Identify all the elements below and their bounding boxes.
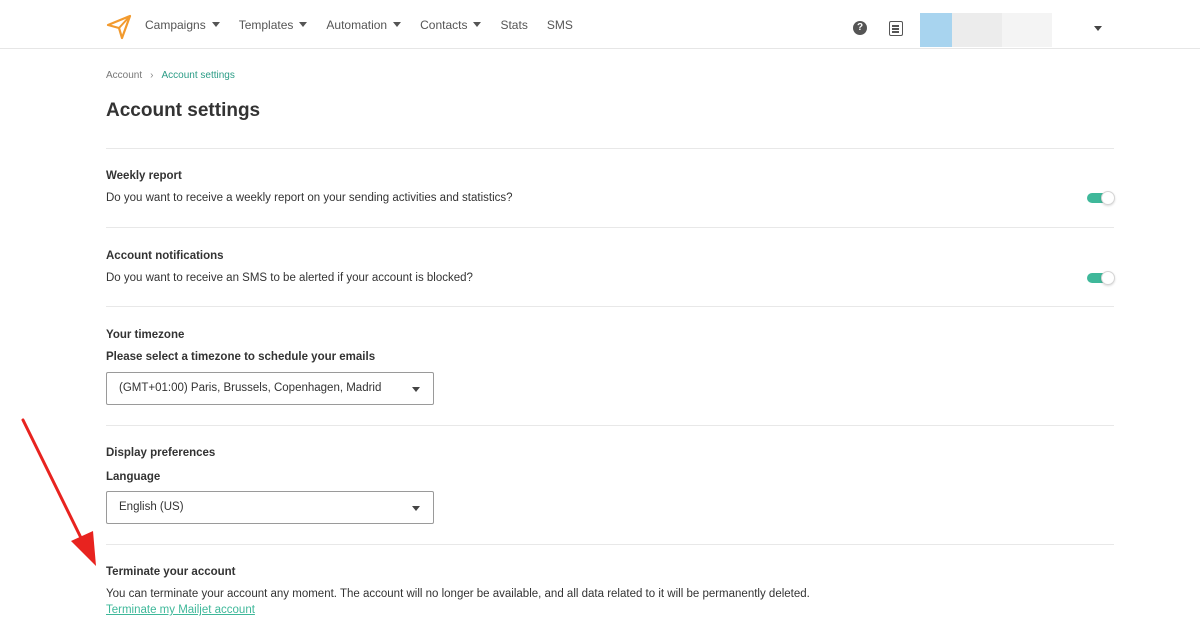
breadcrumb-current: Account settings — [161, 70, 235, 81]
chevron-down-icon — [412, 387, 420, 392]
weekly-report-title: Weekly report — [106, 170, 182, 182]
nav-campaigns-label: Campaigns — [145, 17, 206, 32]
breadcrumb-account[interactable]: Account — [106, 70, 142, 81]
nav-automation[interactable]: Automation — [326, 17, 402, 32]
nav-templates-label: Templates — [238, 17, 294, 32]
terminate-account-link[interactable]: Terminate my Mailjet account — [106, 604, 255, 616]
sms-alert-toggle[interactable] — [1087, 271, 1115, 285]
display-preferences-title: Display preferences — [106, 447, 216, 459]
toggle-knob — [1101, 191, 1115, 205]
language-selected-value: English (US) — [119, 501, 184, 513]
terminate-description: You can terminate your account any momen… — [106, 588, 810, 600]
annotation-arrow-icon — [21, 418, 96, 566]
language-select[interactable]: English (US) — [106, 491, 434, 524]
page-title: Account settings — [106, 100, 261, 121]
language-label: Language — [106, 471, 161, 483]
chevron-down-icon — [393, 22, 402, 27]
chevron-down-icon — [473, 22, 482, 27]
timezone-select[interactable]: (GMT+01:00) Paris, Brussels, Copenhagen,… — [106, 372, 434, 405]
chevron-down-icon — [412, 506, 420, 511]
account-name-redacted — [952, 13, 1002, 47]
nav-sms[interactable]: SMS — [547, 18, 573, 32]
nav-campaigns[interactable]: Campaigns — [145, 18, 220, 32]
timezone-title: Your timezone — [106, 329, 185, 341]
divider — [106, 148, 1114, 149]
breadcrumb-separator: › — [150, 70, 154, 81]
chevron-down-icon — [299, 22, 308, 27]
notifications-title: Account notifications — [106, 250, 224, 262]
top-navigation-bar: Campaigns Templates Automation Contacts … — [0, 0, 1200, 49]
terminate-title: Terminate your account — [106, 566, 236, 578]
timezone-selected-value: (GMT+01:00) Paris, Brussels, Copenhagen,… — [119, 382, 382, 394]
main-nav: Campaigns Templates Automation Contacts … — [145, 0, 592, 49]
weekly-report-description: Do you want to receive a weekly report o… — [106, 192, 513, 204]
divider — [106, 425, 1114, 426]
nav-contacts-label: Contacts — [420, 17, 468, 32]
divider — [106, 227, 1114, 228]
account-email-redacted — [1002, 13, 1052, 47]
nav-contacts[interactable]: Contacts — [420, 17, 482, 32]
nav-stats-label: Stats — [500, 17, 528, 32]
notifications-description: Do you want to receive an SMS to be aler… — [106, 272, 473, 284]
nav-automation-label: Automation — [326, 17, 388, 32]
help-icon[interactable]: ? — [853, 21, 867, 35]
breadcrumb: Account › Account settings — [106, 70, 235, 81]
timezone-label: Please select a timezone to schedule you… — [106, 351, 376, 363]
toggle-knob — [1101, 271, 1115, 285]
divider — [106, 544, 1114, 545]
avatar — [920, 13, 952, 47]
nav-sms-label: SMS — [546, 17, 573, 32]
divider — [106, 306, 1114, 307]
account-avatar-block[interactable] — [920, 13, 1052, 47]
account-menu-chevron-down-icon[interactable] — [1094, 26, 1102, 31]
weekly-report-toggle[interactable] — [1087, 191, 1115, 205]
document-icon[interactable] — [889, 21, 903, 36]
paper-plane-icon[interactable] — [106, 14, 132, 40]
chevron-down-icon — [211, 22, 220, 27]
nav-stats[interactable]: Stats — [500, 18, 527, 32]
nav-templates[interactable]: Templates — [239, 18, 308, 32]
